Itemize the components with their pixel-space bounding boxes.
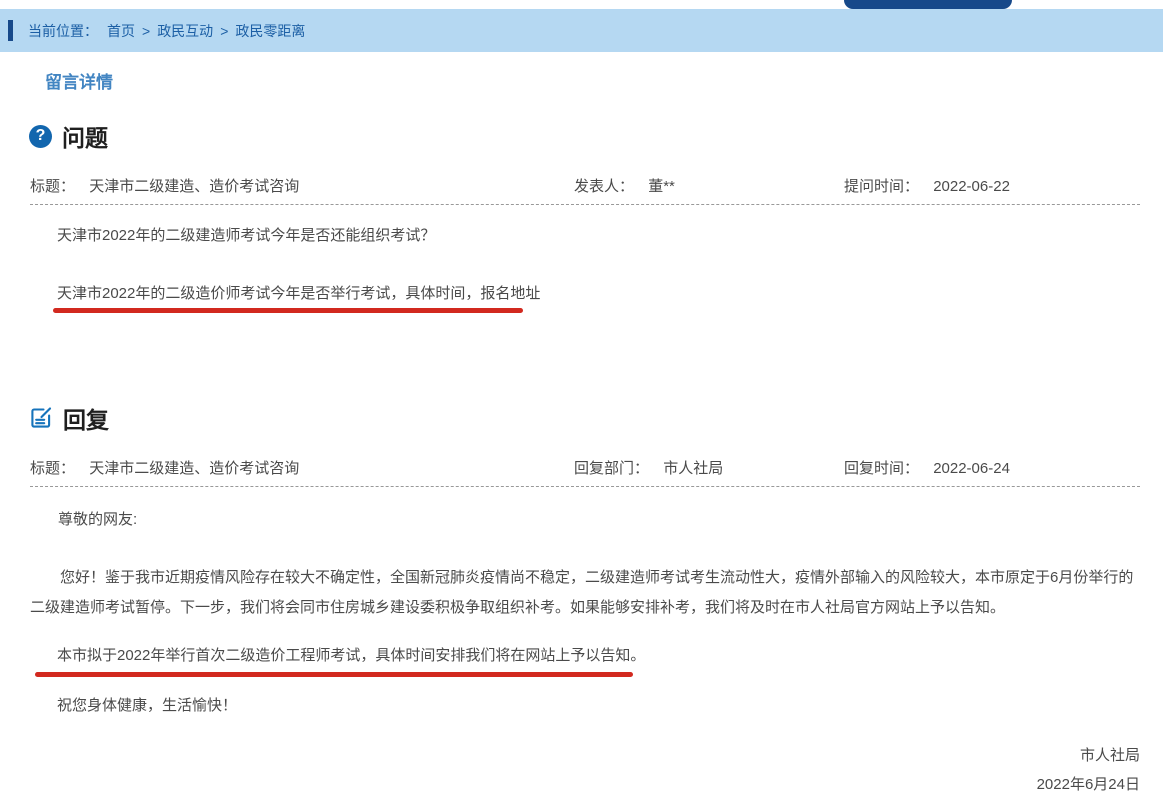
signature-block: 市人社局 2022年6月24日: [0, 747, 1140, 794]
reply-section: 回复 标题： 天津市二级建造、造价考试咨询 回复部门： 市人社局 回复时间： 2…: [0, 401, 1163, 794]
question-author-group: 发表人： 董**: [574, 175, 675, 196]
question-time-group: 提问时间： 2022-06-22: [844, 175, 1010, 196]
breadcrumb-link-interaction[interactable]: 政民互动: [157, 21, 213, 41]
red-annotation-underline: [53, 308, 523, 313]
question-time-label: 提问时间：: [844, 178, 919, 195]
question-title-value: 天津市二级建造、造价考试咨询: [89, 178, 299, 195]
reply-time-group: 回复时间： 2022-06-24: [844, 457, 1010, 478]
question-circle-icon: ?: [29, 125, 52, 148]
reply-closing: 祝您身体健康，生活愉快！: [57, 697, 1140, 715]
breadcrumb-accent-bar: [8, 20, 13, 41]
question-paragraph-underlined: 天津市2022年的二级造价师考试今年是否举行考试，具体时间，报名地址: [57, 285, 1140, 303]
signature-date: 2022年6月24日: [0, 776, 1140, 794]
question-author-value: 董**: [648, 178, 675, 195]
reply-edit-icon: [29, 406, 53, 430]
breadcrumb-label: 当前位置：: [28, 21, 98, 41]
reply-salutation: 尊敬的网友:: [58, 511, 1140, 529]
reply-heading-label: 回复: [63, 401, 109, 435]
active-tab-fragment[interactable]: [844, 0, 1012, 9]
breadcrumb: 当前位置： 首页 > 政民互动 > 政民零距离: [0, 9, 1163, 52]
reply-time-value: 2022-06-24: [933, 460, 1010, 477]
question-author-label: 发表人：: [574, 178, 634, 195]
breadcrumb-separator: >: [142, 23, 150, 39]
signature-department: 市人社局: [0, 747, 1140, 765]
question-section: ? 问题 标题： 天津市二级建造、造价考试咨询 发表人： 董** 提问时间： 2…: [0, 119, 1163, 313]
reply-meta-row: 标题： 天津市二级建造、造价考试咨询 回复部门： 市人社局 回复时间： 2022…: [0, 457, 1163, 477]
reply-title-group: 标题： 天津市二级建造、造价考试咨询: [30, 457, 299, 478]
question-title-group: 标题： 天津市二级建造、造价考试咨询: [30, 175, 299, 196]
reply-dept-label: 回复部门：: [574, 460, 649, 477]
question-title-label: 标题：: [30, 178, 75, 195]
top-strip: [0, 0, 1163, 9]
reply-divider: [30, 486, 1140, 487]
red-annotation-underline: [35, 672, 633, 677]
reply-title-value: 天津市二级建造、造价考试咨询: [89, 460, 299, 477]
question-divider: [30, 204, 1140, 205]
question-meta-row: 标题： 天津市二级建造、造价考试咨询 发表人： 董** 提问时间： 2022-0…: [0, 175, 1163, 195]
breadcrumb-separator: >: [220, 23, 228, 39]
reply-dept-value: 市人社局: [663, 460, 723, 477]
question-time-value: 2022-06-22: [933, 178, 1010, 195]
reply-time-label: 回复时间：: [844, 460, 919, 477]
reply-title-label: 标题：: [30, 460, 75, 477]
main-content: 留言详情 ? 问题 标题： 天津市二级建造、造价考试咨询 发表人： 董** 提问…: [0, 68, 1163, 794]
question-paragraph: 天津市2022年的二级建造师考试今年是否还能组织考试？: [57, 227, 1140, 245]
question-heading-label: 问题: [62, 119, 108, 153]
question-heading: ? 问题: [29, 119, 1163, 153]
reply-dept-group: 回复部门： 市人社局: [574, 457, 723, 478]
breadcrumb-link-home[interactable]: 首页: [107, 21, 135, 41]
page-title: 留言详情: [45, 68, 1163, 93]
breadcrumb-link-zero-distance[interactable]: 政民零距离: [235, 21, 305, 41]
reply-body-paragraph: 您好！鉴于我市近期疫情风险存在较大不确定性，全国新冠肺炎疫情尚不稳定，二级建造师…: [30, 563, 1140, 623]
reply-paragraph-underlined: 本市拟于2022年举行首次二级造价工程师考试，具体时间安排我们将在网站上予以告知…: [57, 647, 1140, 665]
reply-heading: 回复: [29, 401, 1163, 435]
